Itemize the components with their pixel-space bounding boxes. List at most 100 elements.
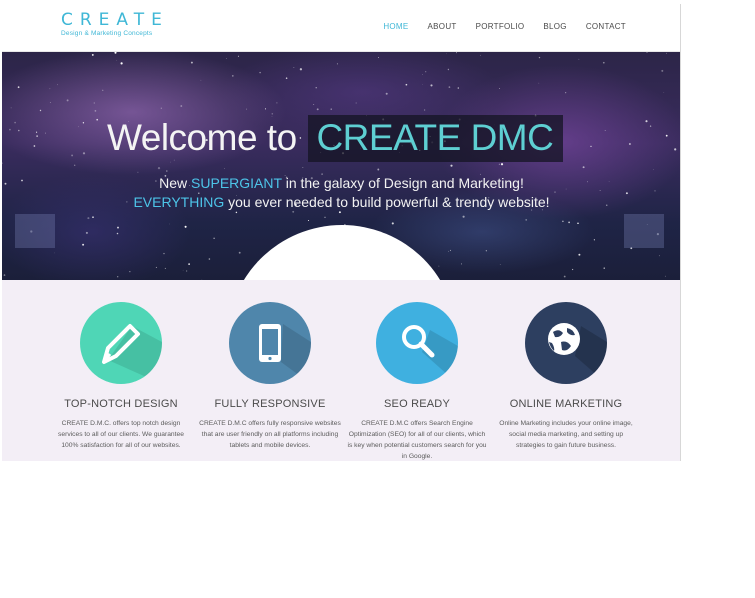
star bbox=[461, 263, 463, 265]
nav-blog[interactable]: BLOG bbox=[543, 22, 566, 31]
star bbox=[377, 168, 380, 171]
star bbox=[102, 89, 104, 91]
star bbox=[163, 252, 165, 255]
star bbox=[93, 102, 95, 104]
star bbox=[85, 231, 88, 234]
star bbox=[568, 221, 570, 224]
star bbox=[116, 60, 117, 61]
hero-line1-accent: SUPERGIANT bbox=[191, 175, 282, 191]
star bbox=[480, 54, 481, 56]
hero-line2-suffix: you ever needed to build powerful & tren… bbox=[224, 194, 550, 210]
star bbox=[246, 108, 248, 110]
star bbox=[82, 243, 85, 246]
star bbox=[604, 130, 606, 131]
nav-contact[interactable]: CONTACT bbox=[586, 22, 626, 31]
nav-portfolio[interactable]: PORTFOLIO bbox=[476, 22, 525, 31]
feature-marketing: ONLINE MARKETING Online Marketing includ… bbox=[491, 302, 641, 451]
star bbox=[448, 250, 449, 252]
star bbox=[423, 109, 426, 111]
pencil-icon bbox=[102, 324, 162, 384]
star bbox=[293, 66, 295, 68]
feature-seo: SEO READY CREATE D.M.C offers Search Eng… bbox=[342, 302, 492, 461]
star bbox=[10, 107, 12, 109]
star bbox=[91, 53, 94, 56]
star bbox=[208, 258, 211, 260]
feature-marketing-circle bbox=[525, 302, 607, 384]
feature-design-title: TOP-NOTCH DESIGN bbox=[64, 398, 178, 410]
tablet-icon bbox=[259, 324, 311, 384]
star bbox=[169, 223, 171, 225]
star bbox=[14, 121, 16, 124]
star bbox=[226, 58, 227, 59]
star bbox=[36, 135, 38, 137]
star bbox=[355, 102, 357, 104]
slider-next-button[interactable] bbox=[624, 214, 664, 248]
star bbox=[2, 162, 3, 164]
star bbox=[649, 125, 652, 127]
star bbox=[377, 56, 380, 59]
star bbox=[264, 108, 267, 110]
nav-home[interactable]: HOME bbox=[383, 22, 408, 31]
star bbox=[565, 92, 567, 94]
star bbox=[450, 164, 453, 167]
star bbox=[448, 86, 451, 88]
star bbox=[9, 128, 11, 131]
hero-tagline-1: New SUPERGIANT in the galaxy of Design a… bbox=[2, 175, 680, 191]
star bbox=[238, 251, 241, 254]
star bbox=[664, 275, 666, 277]
star bbox=[447, 68, 450, 71]
star bbox=[17, 86, 20, 89]
star bbox=[285, 77, 288, 79]
feature-responsive-circle bbox=[229, 302, 311, 384]
star bbox=[499, 264, 501, 265]
feature-design-desc: CREATE D.M.C. offers top notch design se… bbox=[58, 420, 184, 449]
star bbox=[235, 211, 238, 214]
star bbox=[498, 163, 500, 165]
star bbox=[590, 145, 592, 147]
nav-about[interactable]: ABOUT bbox=[428, 22, 457, 31]
star bbox=[155, 266, 157, 268]
star bbox=[653, 169, 654, 170]
star bbox=[224, 168, 225, 169]
star bbox=[71, 154, 74, 157]
star bbox=[116, 232, 119, 235]
star bbox=[457, 87, 460, 89]
star bbox=[554, 191, 556, 193]
star bbox=[94, 110, 97, 112]
star bbox=[438, 265, 440, 267]
star bbox=[78, 126, 79, 128]
feature-responsive-title: FULLY RESPONSIVE bbox=[214, 398, 326, 410]
star bbox=[500, 163, 504, 166]
hero-tagline-2: EVERYTHING you ever needed to build powe… bbox=[2, 194, 680, 210]
star bbox=[188, 263, 190, 265]
star bbox=[129, 271, 131, 273]
hero-title: Welcome to CREATE DMC bbox=[107, 115, 564, 162]
website-page: CREATE Design & Marketing Concepts HOME … bbox=[2, 4, 681, 461]
feature-responsive: FULLY RESPONSIVE CREATE D.M.C offers ful… bbox=[195, 302, 345, 451]
star bbox=[96, 118, 99, 121]
magnifier-icon bbox=[402, 325, 458, 384]
star bbox=[49, 102, 51, 103]
star bbox=[120, 62, 123, 65]
feature-design: TOP-NOTCH DESIGN CREATE D.M.C. offers to… bbox=[46, 302, 196, 451]
star bbox=[593, 239, 595, 241]
star bbox=[184, 225, 187, 228]
hero-line1-prefix: New bbox=[159, 175, 192, 191]
star bbox=[422, 84, 423, 85]
star bbox=[499, 88, 500, 89]
star bbox=[562, 220, 564, 223]
star bbox=[173, 159, 175, 161]
star bbox=[385, 92, 388, 95]
feature-seo-desc: CREATE D.M.C offers Search Engine Optimi… bbox=[347, 420, 487, 460]
slider-prev-button[interactable] bbox=[15, 214, 55, 248]
star bbox=[114, 52, 117, 54]
star bbox=[658, 255, 660, 257]
logo[interactable]: CREATE Design & Marketing Concepts bbox=[61, 10, 171, 38]
star bbox=[137, 171, 139, 173]
feature-seo-circle bbox=[376, 302, 458, 384]
feature-marketing-desc: Online Marketing includes your online im… bbox=[499, 420, 633, 449]
star bbox=[39, 109, 42, 112]
star bbox=[446, 53, 447, 55]
star bbox=[302, 167, 304, 168]
star bbox=[313, 103, 315, 105]
